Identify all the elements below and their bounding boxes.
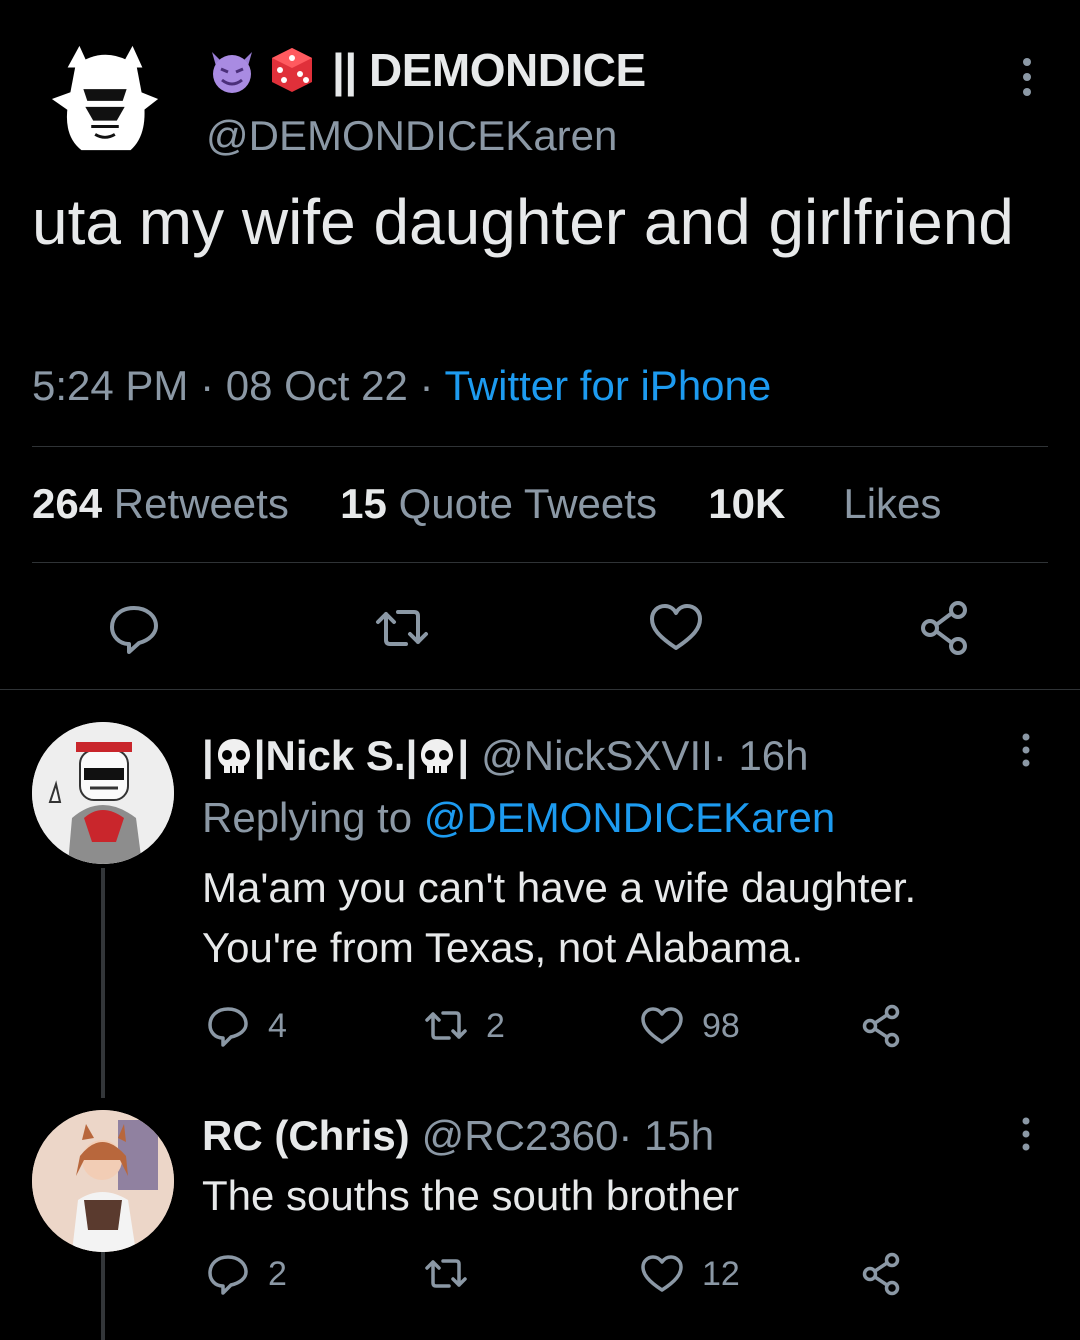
tweet-meta: 5:24 PM · 08 Oct 22 · Twitter for iPhone [32,362,771,410]
like-icon [641,1255,683,1292]
reply-header[interactable]: RC (Chris) @RC2360 · 15h [202,1112,714,1160]
likes-stat[interactable]: 10K Likes [708,480,941,527]
reply-text: The souths the south brother [202,1172,739,1219]
author-avatar[interactable] [46,38,164,156]
share-icon[interactable] [918,600,974,656]
thread-line [101,1252,105,1340]
reply-button[interactable]: 4 [206,1004,287,1048]
separator: · [407,362,445,409]
like-icon[interactable] [648,600,704,656]
author-handle[interactable]: @DEMONDICEKaren [206,112,617,160]
reply-count: 2 [268,1254,287,1293]
reply-text: Ma'am you can't have a wife daughter. Yo… [202,864,917,971]
like-icon [641,1007,683,1044]
reply-avatar[interactable] [32,1110,174,1252]
retweet-icon [425,1259,467,1288]
more-options-icon[interactable] [1014,1114,1038,1154]
reply-avatar[interactable] [32,722,174,864]
reply-handle: @RC2360 [421,1112,619,1159]
separator: · [188,362,226,409]
like-count: 98 [702,1006,740,1045]
reply-name-part: | [202,732,214,779]
reply-name-part: | [457,732,470,779]
retweet-button[interactable]: 2 [424,1004,505,1048]
thread-line [101,868,105,1098]
share-button[interactable] [860,1252,922,1296]
retweets-stat[interactable]: 264 Retweets [32,480,289,527]
divider [32,446,1048,447]
replying-to-label: Replying to [202,794,424,841]
tweet-source-link[interactable]: Twitter for iPhone [444,362,771,409]
retweet-button[interactable] [424,1252,486,1296]
tweet-text: uta my wife daughter and girlfriend [32,186,1014,258]
reply-time: · 15h [618,1112,715,1159]
like-count: 12 [702,1254,740,1293]
reply-display-name: |Nick S.| [253,732,418,779]
more-options-icon[interactable] [1012,54,1042,100]
skull-icon [217,739,250,773]
share-icon [862,1252,900,1296]
share-button[interactable] [860,1004,922,1048]
skull-icon [421,739,454,773]
tweet-stats: 264 Retweets 15 Quote Tweets 10K Likes [32,480,941,528]
like-button[interactable]: 98 [640,1004,740,1048]
tweet-date: 08 Oct 22 [225,362,408,409]
reply-button[interactable]: 2 [206,1252,287,1296]
reply-icon [208,1007,248,1047]
more-options-icon[interactable] [1014,730,1038,770]
reply-count: 4 [268,1006,287,1045]
replying-to-link[interactable]: @DEMONDICEKaren [424,794,835,841]
reply-handle: @NickSXVII [481,732,713,779]
divider [0,689,1080,690]
author-name-row[interactable]: || DEMONDICE [206,40,646,100]
like-button[interactable]: 12 [640,1252,740,1296]
share-icon [862,1004,900,1048]
retweet-icon [425,1011,467,1040]
reply-time: · 16h [712,732,809,779]
smiling-imp-icon [212,52,252,93]
retweet-count: 2 [486,1006,505,1045]
reply-header[interactable]: | |Nick S.| | @NickSXVII · 16h [202,732,809,780]
quote-tweets-stat[interactable]: 15 Quote Tweets [340,480,657,527]
tweet-time: 5:24 PM [32,362,189,409]
retweet-icon[interactable] [374,600,430,656]
author-display-name: || DEMONDICE [332,44,646,96]
replying-to: Replying to @DEMONDICEKaren [202,794,835,842]
game-die-icon [272,48,312,92]
divider [32,562,1048,563]
reply-display-name: RC (Chris) [202,1112,410,1159]
reply-icon[interactable] [106,600,162,656]
reply-icon [208,1255,248,1295]
